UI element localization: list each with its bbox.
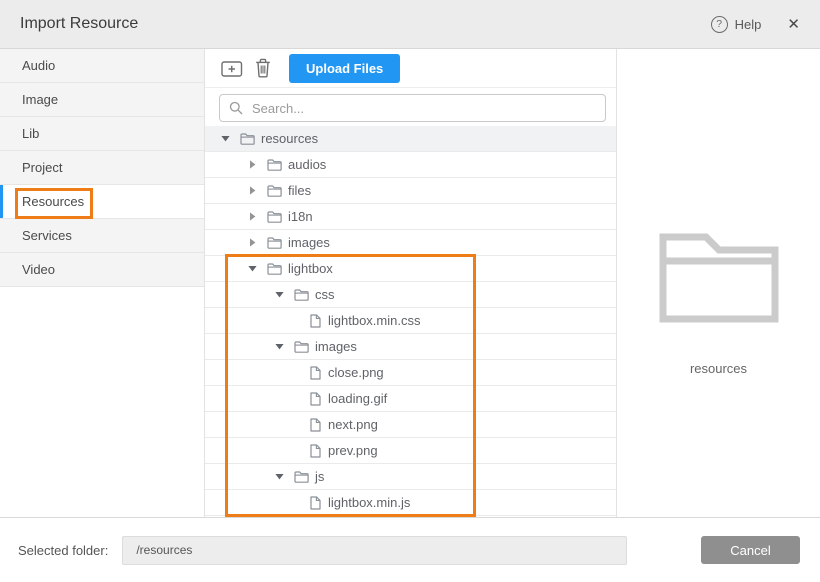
help-icon: ? [711,16,728,33]
folder-icon [240,133,255,145]
selected-folder-path[interactable] [122,536,627,565]
tree-node-audios[interactable]: audios [205,152,616,178]
help-label: Help [735,17,762,32]
expand-arrow-icon[interactable] [248,160,257,169]
collapse-arrow-icon[interactable] [248,265,257,272]
sidebar-item-project[interactable]: Project [0,151,204,185]
tree-node-label: lightbox.min.css [328,313,420,328]
category-sidebar: Audio Image Lib Project Resources Services Vid… [0,49,205,517]
tree-node-label: prev.png [328,443,378,458]
collapse-arrow-icon[interactable] [275,343,284,350]
tree-node-label: js [315,469,324,484]
selected-folder-label: Selected folder: [18,543,108,558]
file-icon [310,392,321,406]
tree-node-label: close.png [328,365,384,380]
sidebar-item-label: Services [22,228,72,243]
dialog-title: Import Resource [20,15,711,33]
sidebar-item-lib[interactable]: Lib [0,117,204,151]
toolbar: Upload Files [205,49,616,88]
search-icon [229,101,243,115]
search-box[interactable] [219,94,606,122]
expand-arrow-icon[interactable] [248,186,257,195]
dialog-header: Import Resource ? Help ✕ [0,0,820,49]
sidebar-item-video[interactable]: Video [0,253,204,287]
tree-node-images[interactable]: images [205,334,616,360]
search-area [205,88,616,126]
tree-node-label: i18n [288,209,313,224]
folder-icon [294,289,309,301]
trash-icon [255,58,271,78]
tree-node-lightbox[interactable]: lightbox [205,256,616,282]
dialog-footer: Selected folder: Cancel [0,517,820,582]
tree-panel: Upload Files resources audios files i18n ima… [205,49,617,517]
upload-files-button[interactable]: Upload Files [289,54,400,83]
cancel-button[interactable]: Cancel [701,536,800,564]
file-icon [310,314,321,328]
file-icon [310,444,321,458]
delete-button[interactable] [251,54,275,82]
file-icon [310,418,321,432]
tree-node-label: images [315,339,357,354]
sidebar-item-label: Audio [22,58,55,73]
tree-node-i18n[interactable]: i18n [205,204,616,230]
preview-folder-name: resources [690,361,747,376]
tree-node-lightbox.min.js[interactable]: lightbox.min.js [205,490,616,516]
sidebar-item-label: Video [22,262,55,277]
tree-node-label: lightbox [288,261,333,276]
collapse-arrow-icon[interactable] [275,473,284,480]
folder-icon [294,471,309,483]
sidebar-item-resources[interactable]: Resources [0,185,204,219]
collapse-arrow-icon[interactable] [275,291,284,298]
sidebar-item-audio[interactable]: Audio [0,49,204,83]
tree-node-label: css [315,287,335,302]
tree-node-lightbox.min.css[interactable]: lightbox.min.css [205,308,616,334]
close-icon[interactable]: ✕ [787,17,800,32]
tree-node-label: audios [288,157,326,172]
big-folder-icon [659,233,779,323]
tree-node-loading.gif[interactable]: loading.gif [205,386,616,412]
tree-node-label: lightbox.min.js [328,495,410,510]
new-folder-icon [221,59,243,78]
search-input[interactable] [250,100,596,117]
tree-node-next.png[interactable]: next.png [205,412,616,438]
sidebar-item-services[interactable]: Services [0,219,204,253]
tree-node-files[interactable]: files [205,178,616,204]
sidebar-item-label: Lib [22,126,39,141]
preview-panel: resources [617,49,820,517]
file-icon [310,366,321,380]
tree-node-label: files [288,183,311,198]
tree-node-resources[interactable]: resources [205,126,616,152]
help-button[interactable]: ? Help [711,16,762,33]
import-resource-dialog: Import Resource ? Help ✕ Audio Image Lib Pr… [0,0,820,582]
new-folder-button[interactable] [217,55,247,82]
tree-node-label: loading.gif [328,391,387,406]
expand-arrow-icon[interactable] [248,212,257,221]
sidebar-item-label: Resources [22,194,84,209]
folder-icon [267,211,282,223]
collapse-arrow-icon[interactable] [221,135,230,142]
tree-node-js[interactable]: js [205,464,616,490]
sidebar-item-image[interactable]: Image [0,83,204,117]
expand-arrow-icon[interactable] [248,238,257,247]
tree-node-images[interactable]: images [205,230,616,256]
tree-node-css[interactable]: css [205,282,616,308]
sidebar-item-label: Project [22,160,62,175]
folder-tree: resources audios files i18n images lightbox cs… [205,126,616,517]
folder-icon [267,263,282,275]
folder-icon [267,185,282,197]
tree-node-prev.png[interactable]: prev.png [205,438,616,464]
folder-icon [267,237,282,249]
tree-node-close.png[interactable]: close.png [205,360,616,386]
tree-node-label: resources [261,131,318,146]
file-icon [310,496,321,510]
tree-node-label: images [288,235,330,250]
folder-icon [267,159,282,171]
sidebar-item-label: Image [22,92,58,107]
tree-node-label: next.png [328,417,378,432]
folder-icon [294,341,309,353]
